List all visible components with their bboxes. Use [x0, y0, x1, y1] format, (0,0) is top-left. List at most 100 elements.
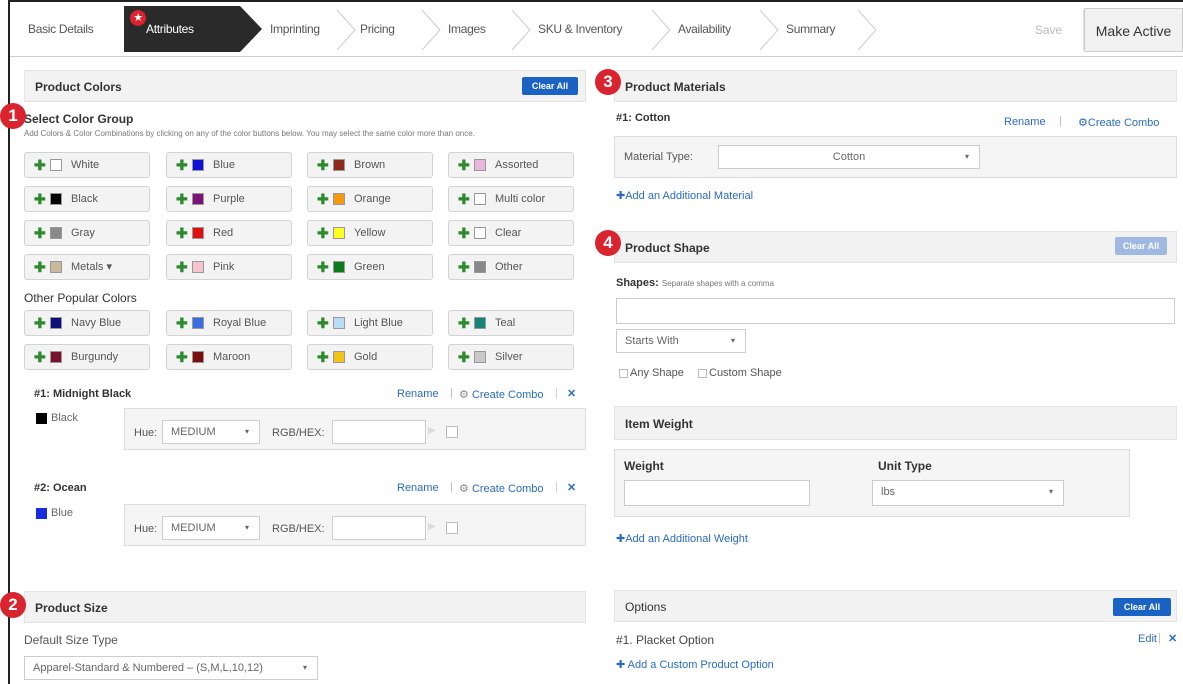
color-button-label: Silver: [495, 351, 523, 363]
color-button-2[interactable]: ✚ Brown: [307, 152, 433, 178]
chevron-right-icon: [335, 8, 357, 52]
combo-1-rename-link[interactable]: Rename: [397, 388, 439, 400]
custom-shape-checkbox[interactable]: [698, 369, 707, 378]
combo-1-create-combo-label: Create Combo: [471, 389, 544, 401]
popular-color-button-7[interactable]: ✚ Silver: [448, 344, 574, 370]
plus-icon: ✚: [176, 349, 188, 365]
color-button-8[interactable]: ✚ Gray: [24, 220, 150, 246]
wizard-step-images[interactable]: Images: [448, 6, 486, 52]
chevron-right-icon: [758, 8, 780, 52]
add-option-link[interactable]: ✚ Add a Custom Product Option: [616, 658, 774, 671]
color-button-0[interactable]: ✚ White: [24, 152, 150, 178]
add-material-link[interactable]: ✚Add an Additional Material: [616, 189, 753, 202]
combo-2-rgb-label: RGB/HEX:: [272, 523, 325, 535]
plus-icon: ✚: [458, 259, 470, 275]
wizard-step-imprinting[interactable]: Imprinting: [270, 6, 320, 52]
options-clear-all-button[interactable]: Clear All: [1113, 598, 1171, 616]
popular-color-button-0[interactable]: ✚ Navy Blue: [24, 310, 150, 336]
badge-4: 4: [595, 230, 621, 256]
color-swatch: [192, 227, 204, 239]
shapes-input[interactable]: [616, 298, 1175, 324]
wizard-step-availability[interactable]: Availability: [678, 6, 731, 52]
material-create-combo-label: Create Combo: [1087, 117, 1160, 129]
combo-1-remove-icon[interactable]: ✕: [567, 387, 576, 400]
divider: |: [555, 387, 558, 399]
color-button-4[interactable]: ✚ Black: [24, 186, 150, 212]
divider: |: [450, 387, 453, 399]
popular-color-button-5[interactable]: ✚ Maroon: [166, 344, 292, 370]
plus-icon: ✚: [34, 191, 46, 207]
color-button-15[interactable]: ✚ Other: [448, 254, 574, 280]
option-1-remove-icon[interactable]: ✕: [1168, 632, 1177, 645]
wizard-step-summary[interactable]: Summary: [786, 6, 836, 52]
default-size-select[interactable]: Apparel-Standard & Numbered – (S,M,L,10,…: [24, 656, 318, 680]
plus-icon: ✚: [317, 157, 329, 173]
color-button-6[interactable]: ✚ Orange: [307, 186, 433, 212]
caret-down-icon: ▾: [964, 152, 969, 161]
combo-2-rename-link[interactable]: Rename: [397, 482, 439, 494]
color-button-14[interactable]: ✚ Green: [307, 254, 433, 280]
popular-color-button-3[interactable]: ✚ Teal: [448, 310, 574, 336]
color-button-9[interactable]: ✚ Red: [166, 220, 292, 246]
popular-color-button-4[interactable]: ✚ Burgundy: [24, 344, 150, 370]
popular-color-button-1[interactable]: ✚ Royal Blue: [166, 310, 292, 336]
combo-2-hue-select[interactable]: MEDIUM ▾: [162, 516, 260, 540]
combo-1-create-combo-link[interactable]: ⚙ Create Combo: [459, 388, 543, 401]
plus-icon: ✚: [176, 259, 188, 275]
combo-2-create-combo-link[interactable]: ⚙ Create Combo: [459, 482, 543, 495]
weight-label: Weight: [624, 459, 664, 473]
color-button-3[interactable]: ✚ Assorted: [448, 152, 574, 178]
product-shape-header: Product Shape: [614, 231, 1177, 263]
color-button-1[interactable]: ✚ Blue: [166, 152, 292, 178]
material-type-label: Material Type:: [624, 151, 693, 163]
unit-type-select[interactable]: lbs ▾: [872, 480, 1064, 506]
default-size-value: Apparel-Standard & Numbered – (S,M,L,10,…: [33, 662, 263, 674]
color-button-label: Metals ▾: [71, 261, 112, 273]
plus-icon: ✚: [34, 157, 46, 173]
combo-1-hue-select[interactable]: MEDIUM ▾: [162, 420, 260, 444]
combo-1-rgb-input[interactable]: [332, 420, 426, 444]
save-button[interactable]: Save: [1014, 10, 1084, 50]
gear-icon: ⚙: [1078, 117, 1088, 129]
option-1-edit-link[interactable]: Edit: [1138, 633, 1157, 645]
material-create-combo-link[interactable]: ⚙Create Combo: [1078, 116, 1159, 129]
wizard-step-basic-details[interactable]: Basic Details: [28, 6, 94, 52]
caret-down-icon: ▾: [244, 523, 249, 532]
add-material-label: Add an Additional Material: [625, 190, 754, 202]
color-swatch: [192, 261, 204, 273]
combo-2-swatch-label: Blue: [51, 507, 74, 519]
combo-1-title: #1: Midnight Black: [34, 388, 132, 400]
wizard-step-pricing[interactable]: Pricing: [360, 6, 395, 52]
color-button-5[interactable]: ✚ Purple: [166, 186, 292, 212]
play-icon[interactable]: ▶: [428, 521, 436, 532]
combo-2-rgb-input[interactable]: [332, 516, 426, 540]
play-icon[interactable]: ▶: [428, 425, 436, 436]
color-button-11[interactable]: ✚ Clear: [448, 220, 574, 246]
color-button-13[interactable]: ✚ Pink: [166, 254, 292, 280]
product-materials-title: Product Materials: [625, 80, 726, 94]
add-weight-link[interactable]: ✚Add an Additional Weight: [616, 532, 748, 545]
popular-color-button-6[interactable]: ✚ Gold: [307, 344, 433, 370]
color-button-label: Clear: [495, 227, 522, 239]
color-button-10[interactable]: ✚ Yellow: [307, 220, 433, 246]
item-weight-title: Item Weight: [625, 417, 693, 431]
make-active-button[interactable]: Make Active: [1084, 8, 1183, 52]
color-button-12[interactable]: ✚ Metals ▾: [24, 254, 150, 280]
weight-input[interactable]: [624, 480, 810, 506]
plus-icon: ✚: [616, 190, 626, 202]
colors-clear-all-button[interactable]: Clear All: [522, 77, 578, 95]
wizard-step-attributes[interactable]: ★ Attributes: [124, 6, 262, 52]
color-swatch: [192, 317, 204, 329]
wizard-step-sku-inventory[interactable]: SKU & Inventory: [538, 6, 623, 52]
material-rename-link[interactable]: Rename: [1004, 116, 1046, 128]
material-type-select[interactable]: Cotton ▾: [718, 145, 980, 169]
shape-filter-select[interactable]: Starts With ▾: [616, 329, 746, 353]
color-button-label: White: [71, 159, 100, 171]
chevron-right-icon: [420, 8, 442, 52]
default-size-label: Default Size Type: [24, 633, 118, 647]
popular-color-button-2[interactable]: ✚ Light Blue: [307, 310, 433, 336]
color-button-7[interactable]: ✚ Multi color: [448, 186, 574, 212]
any-shape-checkbox[interactable]: [619, 369, 628, 378]
shape-clear-all-button[interactable]: Clear All: [1115, 237, 1167, 255]
combo-2-remove-icon[interactable]: ✕: [567, 481, 576, 494]
